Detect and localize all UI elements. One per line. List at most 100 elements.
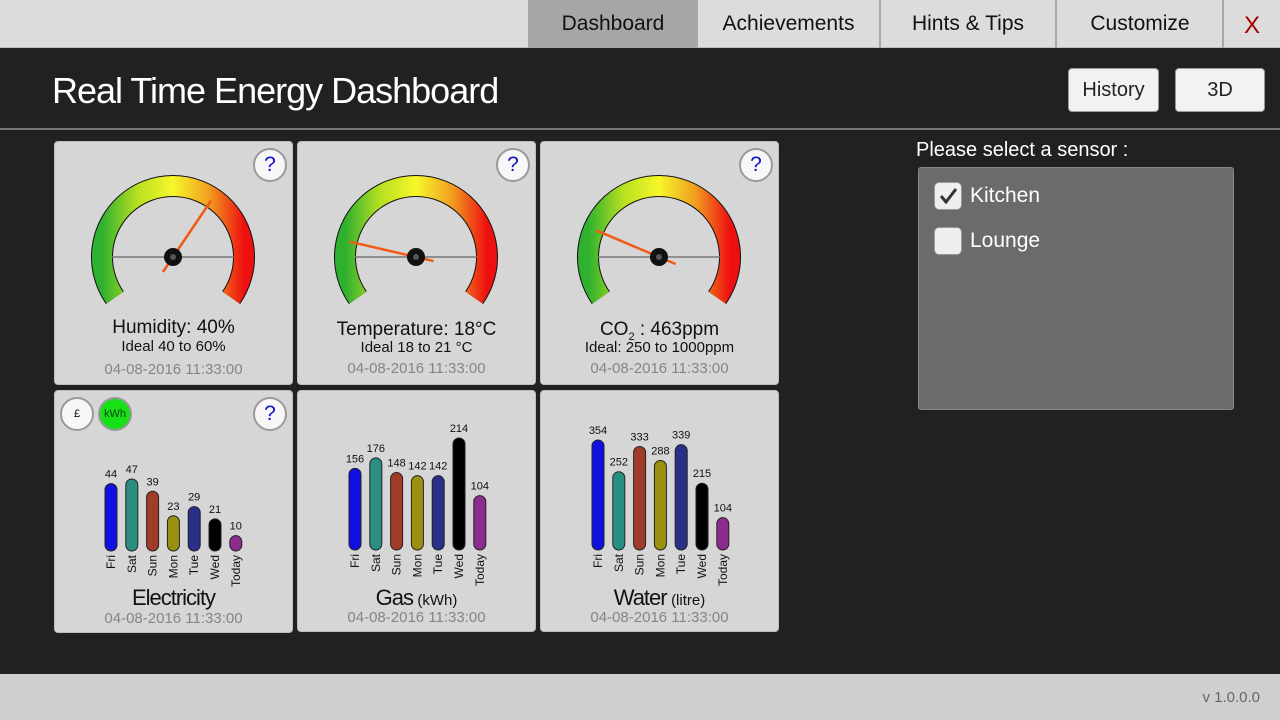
bar-value-label: 21 bbox=[209, 504, 221, 516]
water-timestamp: 04-08-2016 11:33:00 bbox=[590, 609, 729, 626]
water-card: 354 Fri 252 Sat 333 Sun 288 Mon 339 Tue 215 Wed 104 T… bbox=[540, 390, 779, 632]
version-label: v 1.0.0.0 bbox=[1202, 689, 1260, 706]
sensor-list: Kitchen Lounge bbox=[918, 167, 1234, 410]
bar-value-label: 142 bbox=[429, 461, 447, 473]
bar-category-label: Tue bbox=[187, 555, 201, 576]
bar-value-label: 156 bbox=[346, 453, 364, 465]
bar-today bbox=[473, 495, 487, 551]
bar-category-label: Tue bbox=[674, 554, 688, 575]
bar-value-label: 104 bbox=[471, 481, 489, 493]
footer-bar: v 1.0.0.0 bbox=[0, 674, 1280, 720]
bar-category-label: Fri bbox=[104, 555, 118, 569]
bar-today bbox=[229, 535, 243, 552]
sensor-prompt: Please select a sensor : bbox=[916, 139, 1129, 161]
bar-fri bbox=[348, 467, 362, 551]
bar-value-label: 339 bbox=[672, 430, 690, 442]
3d-button[interactable]: 3D bbox=[1175, 68, 1265, 112]
humidity-label: Humidity: 40% bbox=[112, 317, 235, 338]
bar-category-label: Fri bbox=[348, 554, 362, 568]
bar-category-label: Sun bbox=[390, 554, 404, 575]
bar-value-label: 252 bbox=[610, 457, 628, 469]
co2-card: ? CO2 : 463ppm Ideal: 250 to 1000ppm 04-… bbox=[540, 141, 779, 385]
bar-category-label: Fri bbox=[591, 554, 605, 568]
humidity-ideal-range: Ideal 40 to 60% bbox=[121, 338, 226, 355]
sensor-option-label: Lounge bbox=[970, 229, 1041, 252]
temperature-timestamp: 04-08-2016 11:33:00 bbox=[347, 360, 486, 377]
gauge-arc bbox=[335, 176, 497, 304]
bar-value-label: 214 bbox=[450, 423, 468, 435]
bar-mon bbox=[166, 515, 180, 552]
lounge-checkbox[interactable] bbox=[934, 227, 962, 255]
bar-value-label: 44 bbox=[105, 469, 117, 481]
page-title: Real Time Energy Dashboard bbox=[52, 70, 499, 111]
tab-hints-tips[interactable]: Hints & Tips bbox=[879, 0, 1055, 48]
gauge-hub-center bbox=[413, 254, 419, 260]
bar-category-label: Today bbox=[229, 555, 243, 587]
top-nav-bar: Dashboard Achievements Hints & Tips Cust… bbox=[0, 0, 1280, 48]
gauge-hub-center bbox=[170, 254, 176, 260]
humidity-gauge bbox=[91, 175, 255, 305]
bar-category-label: Today bbox=[473, 554, 487, 586]
bar-tue bbox=[431, 475, 445, 551]
bar-value-label: 47 bbox=[126, 464, 138, 476]
tab-customize[interactable]: Customize bbox=[1055, 0, 1223, 48]
bar-value-label: 333 bbox=[630, 432, 648, 444]
gauge-hub-center bbox=[656, 254, 662, 260]
bar-category-label: Wed bbox=[695, 554, 709, 578]
bar-wed bbox=[695, 482, 709, 551]
bar-category-label: Wed bbox=[452, 554, 466, 578]
bar-category-label: Tue bbox=[431, 554, 445, 575]
gauge-arc bbox=[92, 176, 254, 304]
bar-value-label: 142 bbox=[408, 461, 426, 473]
bar-value-label: 39 bbox=[146, 476, 158, 488]
kitchen-checkbox[interactable] bbox=[934, 182, 962, 210]
bar-sat bbox=[612, 471, 626, 551]
bar-wed bbox=[208, 518, 222, 552]
bar-sat bbox=[125, 478, 139, 552]
bar-sun bbox=[633, 446, 647, 551]
sensor-option-label: Kitchen bbox=[970, 184, 1041, 207]
gas-card: 156 Fri 176 Sat 148 Sun 142 Mon 142 Tue 214 Wed 104 T… bbox=[297, 390, 536, 632]
history-button[interactable]: History bbox=[1068, 68, 1159, 112]
bar-category-label: Sun bbox=[146, 555, 160, 576]
temperature-gauge bbox=[334, 175, 498, 305]
gas-timestamp: 04-08-2016 11:33:00 bbox=[347, 609, 486, 626]
bar-category-label: Mon bbox=[410, 554, 424, 577]
gauge-arc bbox=[578, 176, 740, 304]
bar-category-label: Mon bbox=[166, 555, 180, 578]
temperature-card: ? Temperature: 18°C Ideal 18 to 21 °C 04… bbox=[297, 141, 536, 385]
bar-wed bbox=[452, 437, 466, 551]
bar-fri bbox=[591, 439, 605, 551]
bar-sun bbox=[146, 490, 160, 552]
humidity-card: ? Humidity: 40% Ideal 40 to 60% 04-08-20… bbox=[54, 141, 293, 385]
bar-category-label: Today bbox=[716, 554, 730, 586]
bar-sat bbox=[369, 457, 383, 551]
bar-category-label: Sun bbox=[633, 554, 647, 575]
temperature-label: Temperature: 18°C bbox=[336, 319, 497, 340]
co2-ideal-range: Ideal: 250 to 1000ppm bbox=[584, 339, 735, 356]
bar-value-label: 354 bbox=[589, 425, 607, 437]
gas-title: Gas (kWh) bbox=[375, 585, 458, 610]
bar-value-label: 104 bbox=[714, 503, 732, 515]
co2-timestamp: 04-08-2016 11:33:00 bbox=[590, 360, 729, 377]
electricity-timestamp: 04-08-2016 11:33:00 bbox=[104, 610, 243, 627]
bar-fri bbox=[104, 483, 118, 552]
bar-sun bbox=[390, 472, 404, 551]
tab-achievements[interactable]: Achievements bbox=[696, 0, 879, 48]
tab-dashboard[interactable]: Dashboard bbox=[528, 0, 696, 48]
close-button[interactable]: X bbox=[1222, 0, 1280, 48]
sensor-option-lounge[interactable]: Lounge bbox=[934, 227, 1040, 255]
electricity-title: Electricity bbox=[131, 585, 216, 610]
bar-mon bbox=[410, 475, 424, 551]
checkmark-icon bbox=[939, 188, 958, 205]
bar-tue bbox=[187, 506, 201, 552]
bar-value-label: 29 bbox=[188, 492, 200, 504]
electricity-card: £ kWh ? 44 Fri 47 Sat 39 Sun 23 Mon 29 Tue 21 Wed 10… bbox=[54, 390, 293, 633]
bar-mon bbox=[653, 460, 667, 551]
co2-gauge bbox=[577, 175, 741, 305]
bar-category-label: Sat bbox=[125, 554, 139, 573]
bar-value-label: 148 bbox=[387, 458, 405, 470]
sensor-option-kitchen[interactable]: Kitchen bbox=[934, 182, 1040, 210]
bar-category-label: Sat bbox=[612, 553, 626, 572]
bar-value-label: 23 bbox=[167, 501, 179, 513]
